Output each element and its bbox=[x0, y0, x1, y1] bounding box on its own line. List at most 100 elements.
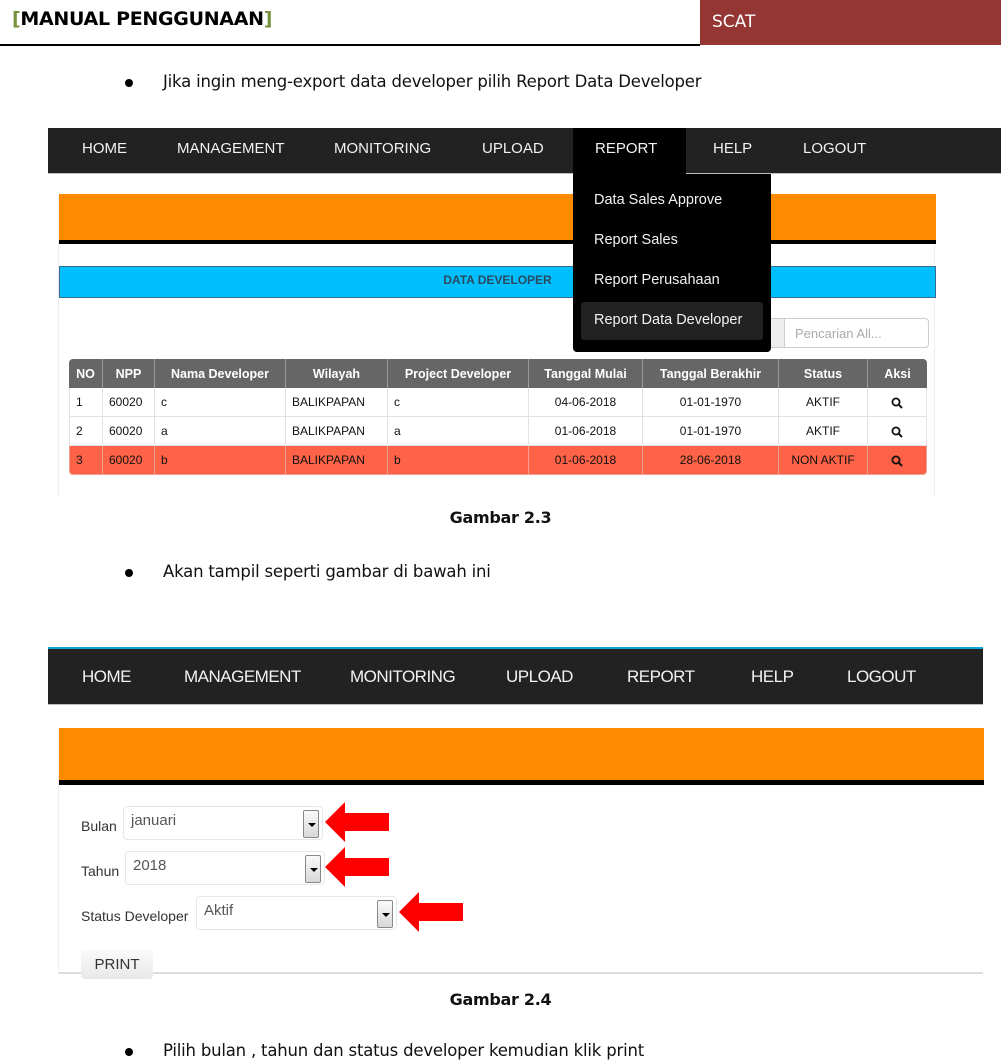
bullet-text: Jika ingin meng-export data developer pi… bbox=[163, 72, 702, 91]
nav-upload[interactable]: UPLOAD bbox=[466, 128, 560, 174]
developer-table: NO NPP Nama Developer Wilayah Project De… bbox=[69, 359, 927, 475]
col-nama-developer[interactable]: Nama Developer bbox=[155, 359, 286, 388]
nav-upload[interactable]: UPLOAD bbox=[506, 649, 573, 705]
cell-berakhir: 01-01-1970 bbox=[643, 417, 779, 446]
nav-management[interactable]: MANAGEMENT bbox=[184, 649, 301, 705]
cell-mulai: 04-06-2018 bbox=[529, 388, 643, 417]
title-close-bracket: ] bbox=[263, 8, 273, 30]
nav-report[interactable]: REPORT bbox=[627, 649, 695, 705]
cell-npp: 60020 bbox=[103, 446, 155, 475]
cell-no: 2 bbox=[69, 417, 103, 446]
cell-nama: c bbox=[155, 388, 286, 417]
bullet-text: Pilih bulan , tahun dan status developer… bbox=[163, 1041, 644, 1060]
bullet-dot-icon bbox=[125, 1048, 133, 1056]
search-icon[interactable] bbox=[891, 455, 903, 467]
cell-status: NON AKTIF bbox=[779, 446, 868, 475]
screenshot-report-form: HOME MANAGEMENT MONITORING UPLOAD REPORT… bbox=[48, 647, 984, 979]
cell-nama: b bbox=[155, 446, 286, 475]
cell-aksi bbox=[868, 446, 927, 475]
banner-underline bbox=[59, 240, 936, 244]
tahun-label: Tahun bbox=[81, 863, 120, 879]
bulan-select[interactable]: januari bbox=[123, 806, 323, 840]
cell-mulai: 01-06-2018 bbox=[529, 417, 643, 446]
cell-project: c bbox=[388, 388, 529, 417]
chevron-down-icon[interactable] bbox=[377, 900, 393, 928]
cell-npp: 60020 bbox=[103, 388, 155, 417]
report-form-panel: Bulan januari Tahun 2018 Status Develope… bbox=[58, 728, 984, 979]
cell-nama: a bbox=[155, 417, 286, 446]
bulan-value: januari bbox=[131, 812, 177, 829]
table-row: 2 60020 a BALIKPAPAN a 01-06-2018 01-01-… bbox=[69, 417, 927, 446]
menu-item-report-perusahaan[interactable]: Report Perusahaan bbox=[581, 262, 763, 300]
table-row-inactive: 3 60020 b BALIKPAPAN b 01-06-2018 28-06-… bbox=[69, 446, 927, 475]
status-developer-select[interactable]: Aktif bbox=[196, 896, 397, 930]
cell-project: b bbox=[388, 446, 529, 475]
header-rule bbox=[0, 44, 700, 46]
title-text: MANUAL PENGGUNAAN bbox=[20, 8, 264, 30]
nav-management[interactable]: MANAGEMENT bbox=[161, 128, 301, 174]
nav-help[interactable]: HELP bbox=[751, 649, 794, 705]
red-arrow-pointer-icon bbox=[399, 892, 463, 932]
col-no[interactable]: NO bbox=[69, 359, 103, 388]
report-dropdown-menu: Data Sales Approve Report Sales Report P… bbox=[573, 174, 771, 352]
content-panel: DATA DEVELOPER NO NPP Nama Developer Wil… bbox=[58, 194, 936, 496]
table-row: 1 60020 c BALIKPAPAN c 04-06-2018 01-01-… bbox=[69, 388, 927, 417]
document-header: [MANUAL PENGGUNAAN] SCAT bbox=[0, 0, 1001, 46]
col-wilayah[interactable]: Wilayah bbox=[286, 359, 388, 388]
banner-underline bbox=[59, 780, 984, 785]
cell-status: AKTIF bbox=[779, 388, 868, 417]
status-developer-value: Aktif bbox=[204, 902, 234, 919]
search-icon[interactable] bbox=[891, 426, 903, 438]
table-header-row: NO NPP Nama Developer Wilayah Project De… bbox=[69, 359, 927, 388]
nav-logout[interactable]: LOGOUT bbox=[787, 128, 882, 174]
nav-monitoring[interactable]: MONITORING bbox=[318, 128, 447, 174]
section-title: DATA DEVELOPER bbox=[443, 273, 552, 287]
nav-home[interactable]: HOME bbox=[66, 128, 143, 174]
print-button[interactable]: PRINT bbox=[81, 949, 153, 979]
orange-banner bbox=[59, 194, 936, 240]
bullet-dot-icon bbox=[125, 569, 133, 577]
cell-berakhir: 01-01-1970 bbox=[643, 388, 779, 417]
col-tanggal-mulai[interactable]: Tanggal Mulai bbox=[529, 359, 643, 388]
bulan-label: Bulan bbox=[81, 818, 117, 834]
cell-wilayah: BALIKPAPAN bbox=[286, 417, 388, 446]
nav-report[interactable]: REPORT bbox=[573, 128, 686, 174]
chevron-down-icon[interactable] bbox=[303, 810, 319, 838]
cell-mulai: 01-06-2018 bbox=[529, 446, 643, 475]
document-tag-text: SCAT bbox=[712, 12, 756, 32]
nav-monitoring[interactable]: MONITORING bbox=[350, 649, 456, 705]
navbar: HOME MANAGEMENT MONITORING UPLOAD REPORT… bbox=[48, 128, 1001, 174]
chevron-down-icon[interactable] bbox=[305, 855, 321, 883]
col-tanggal-berakhir[interactable]: Tanggal Berakhir bbox=[643, 359, 779, 388]
red-arrow-pointer-icon bbox=[325, 802, 389, 842]
screenshot-report-menu: HOME MANAGEMENT MONITORING UPLOAD REPORT… bbox=[48, 128, 1001, 496]
cell-npp: 60020 bbox=[103, 417, 155, 446]
search-icon[interactable] bbox=[891, 397, 903, 409]
col-npp[interactable]: NPP bbox=[103, 359, 155, 388]
orange-banner bbox=[59, 728, 984, 780]
cell-wilayah: BALIKPAPAN bbox=[286, 388, 388, 417]
menu-item-report-sales[interactable]: Report Sales bbox=[581, 222, 763, 260]
navbar: HOME MANAGEMENT MONITORING UPLOAD REPORT… bbox=[48, 647, 983, 705]
document-title: [MANUAL PENGGUNAAN] bbox=[12, 8, 272, 30]
nav-help[interactable]: HELP bbox=[697, 128, 768, 174]
menu-item-report-data-developer[interactable]: Report Data Developer bbox=[581, 302, 763, 340]
col-aksi: Aksi bbox=[868, 359, 927, 388]
tahun-select[interactable]: 2018 bbox=[125, 851, 325, 885]
cell-project: a bbox=[388, 417, 529, 446]
figure-caption: Gambar 2.4 bbox=[449, 990, 552, 1009]
col-status[interactable]: Status bbox=[779, 359, 868, 388]
status-developer-label: Status Developer bbox=[81, 908, 189, 924]
cell-aksi bbox=[868, 388, 927, 417]
menu-item-data-sales-approve[interactable]: Data Sales Approve bbox=[581, 182, 763, 220]
cell-aksi bbox=[868, 417, 927, 446]
document-tag: SCAT bbox=[700, 0, 1001, 45]
nav-logout[interactable]: LOGOUT bbox=[847, 649, 916, 705]
nav-home[interactable]: HOME bbox=[82, 649, 132, 705]
tahun-value: 2018 bbox=[133, 857, 167, 874]
search-input[interactable] bbox=[784, 318, 929, 348]
col-project-developer[interactable]: Project Developer bbox=[388, 359, 529, 388]
cell-no: 1 bbox=[69, 388, 103, 417]
bullet-text: Akan tampil seperti gambar di bawah ini bbox=[163, 562, 491, 581]
section-title-bar: DATA DEVELOPER bbox=[59, 266, 936, 298]
